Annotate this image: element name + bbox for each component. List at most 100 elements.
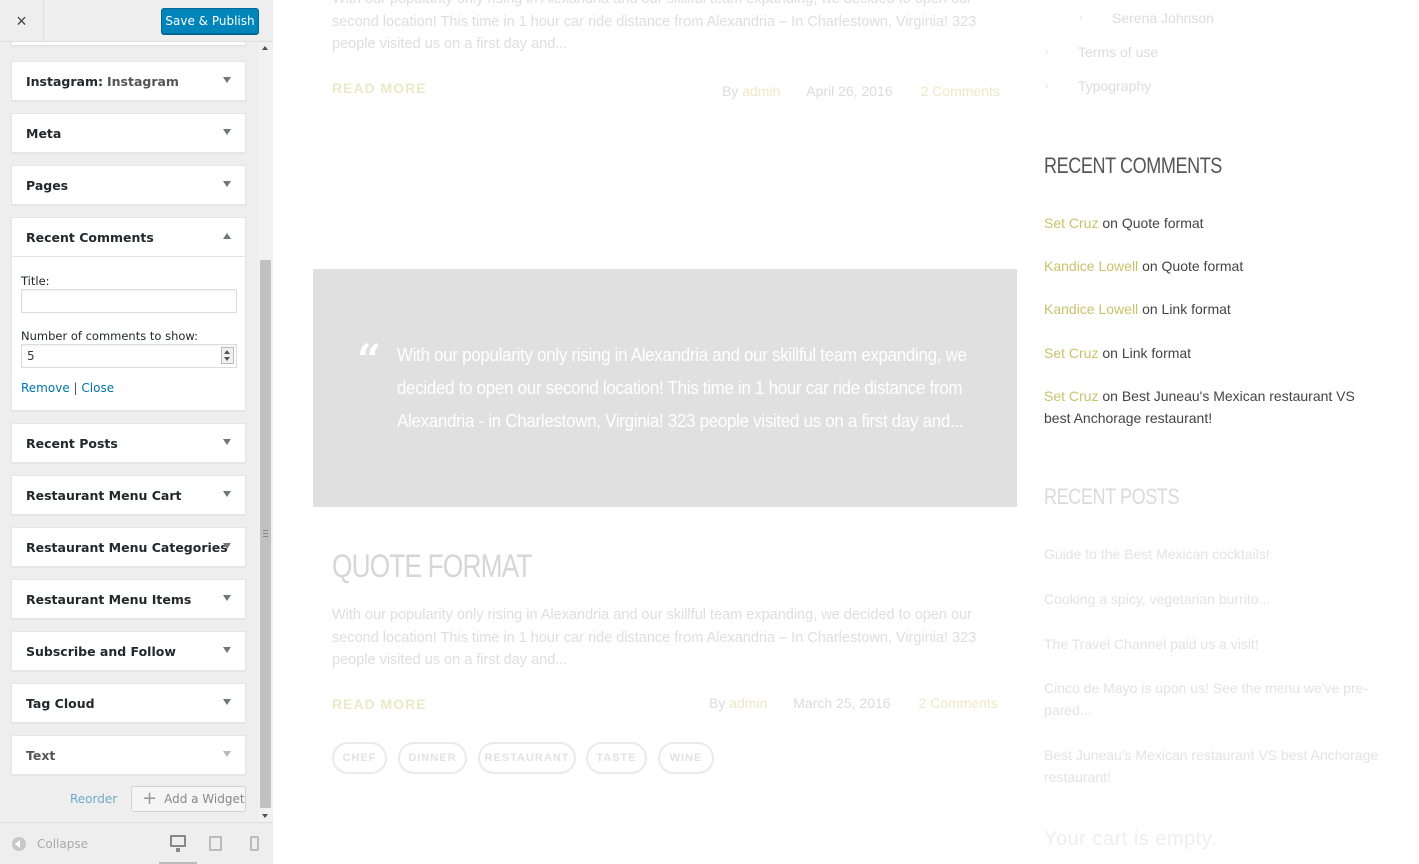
count-field-label: Number of comments to show: xyxy=(21,329,199,343)
widget-restaurant-menu-cart[interactable]: Restaurant Menu Cart xyxy=(11,475,246,515)
comment-item: Set Cruz on Link format xyxy=(1044,342,1384,364)
widget-title: Tag Cloud xyxy=(26,695,95,711)
scroll-thumb[interactable] xyxy=(260,260,271,808)
save-publish-button[interactable]: Save & Publish xyxy=(161,8,259,34)
reorder-link[interactable]: Reorder xyxy=(70,792,117,806)
recent-post-link[interactable]: The Travel Channel paid us a visit! xyxy=(1044,633,1384,655)
tag-dinner[interactable]: DINNER xyxy=(398,742,467,774)
tag-wine[interactable]: WINE xyxy=(658,742,714,774)
scroll-up-icon[interactable] xyxy=(262,46,268,50)
meta-comments[interactable]: 2 Comments xyxy=(918,695,997,711)
comment-author[interactable]: Set Cruz xyxy=(1044,215,1098,231)
title-field-label: Title: xyxy=(21,274,50,288)
meta-date: April 26, 2016 xyxy=(806,83,893,99)
post-meta: By admin April 26, 2016 2 Comments xyxy=(722,83,1000,99)
tag-restaurant[interactable]: RESTAURANT xyxy=(478,742,576,774)
widget-recent-comments[interactable]: Recent Comments Title: Number of comment… xyxy=(11,217,246,411)
collapse-arrow-icon xyxy=(12,837,26,851)
widget-partial-top xyxy=(11,42,246,46)
widget-instagram[interactable]: Instagram: Instagram xyxy=(11,61,246,101)
expand-arrow-icon[interactable] xyxy=(223,699,231,705)
expand-arrow-icon[interactable] xyxy=(223,543,231,549)
widget-header[interactable]: Instagram: Instagram xyxy=(12,62,245,100)
widget-tag-cloud[interactable]: Tag Cloud xyxy=(11,683,246,723)
comment-author[interactable]: Set Cruz xyxy=(1044,388,1098,404)
widget-restaurant-menu-categories[interactable]: Restaurant Menu Categories xyxy=(11,527,246,567)
tag-chef[interactable]: CHEF xyxy=(332,742,387,774)
recent-post-link[interactable]: Cinco de Mayo is upon us! See the menu w… xyxy=(1044,677,1384,721)
remove-link[interactable]: Remove xyxy=(21,381,70,395)
widget-text[interactable]: Text xyxy=(11,735,246,775)
close-icon[interactable]: × xyxy=(0,0,44,42)
widget-header[interactable]: Recent Comments xyxy=(12,218,245,256)
collapse-button[interactable]: Collapse xyxy=(12,837,88,851)
widget-restaurant-menu-items[interactable]: Restaurant Menu Items xyxy=(11,579,246,619)
widget-actions: Remove | Close xyxy=(21,381,236,395)
title-input[interactable] xyxy=(21,289,237,313)
page-link[interactable]: Serena Johnson xyxy=(1112,10,1214,26)
expand-arrow-icon[interactable] xyxy=(223,491,231,497)
chevron-right-icon: › xyxy=(1045,46,1049,58)
expand-arrow-icon[interactable] xyxy=(223,595,231,601)
widget-recent-posts[interactable]: Recent Posts xyxy=(11,423,246,463)
desktop-preview-icon[interactable] xyxy=(170,835,186,852)
count-input[interactable] xyxy=(21,344,237,368)
comment-author[interactable]: Kandice Lowell xyxy=(1044,301,1138,317)
meta-comments[interactable]: 2 Comments xyxy=(921,83,1000,99)
comment-author[interactable]: Set Cruz xyxy=(1044,345,1098,361)
post-excerpt: With our popularity only rising in Alexa… xyxy=(332,0,977,52)
comment-on: on xyxy=(1102,388,1118,404)
widget-header[interactable]: Tag Cloud xyxy=(12,684,245,722)
read-more-link[interactable]: READ MORE xyxy=(332,696,427,712)
expand-arrow-icon[interactable] xyxy=(223,439,231,445)
page-link[interactable]: Terms of use xyxy=(1078,44,1158,60)
expand-arrow-icon[interactable] xyxy=(223,181,231,187)
recent-post-link[interactable]: Best Juneau's Mexican restaurant VS best… xyxy=(1044,744,1384,788)
add-widget-button[interactable]: + Add a Widget xyxy=(131,786,246,812)
widget-header[interactable]: Pages xyxy=(12,166,245,204)
widget-meta[interactable]: Meta xyxy=(11,113,246,153)
quote-text: With our popularity only rising in Alexa… xyxy=(397,345,967,431)
widget-header[interactable]: Meta xyxy=(12,114,245,152)
comment-item: Kandice Lowell on Link format xyxy=(1044,298,1384,320)
collapse-arrow-icon[interactable] xyxy=(223,233,231,239)
comment-post[interactable]: Link format xyxy=(1162,301,1231,317)
scroll-down-icon[interactable] xyxy=(262,814,268,818)
widget-header[interactable]: Text xyxy=(12,736,245,774)
widget-header[interactable]: Restaurant Menu Categories xyxy=(12,528,245,566)
comment-post[interactable]: Quote format xyxy=(1122,215,1204,231)
widget-pages[interactable]: Pages xyxy=(11,165,246,205)
recent-post-link[interactable]: Cooking a spicy, vegetarian burrito... xyxy=(1044,588,1384,610)
comment-author[interactable]: Kandice Lowell xyxy=(1044,258,1138,274)
expand-arrow-icon[interactable] xyxy=(223,647,231,653)
widget-header[interactable]: Subscribe and Follow xyxy=(12,632,245,670)
widget-list: Instagram: Instagram Meta Pages Recent C… xyxy=(0,42,258,822)
page-link[interactable]: Typography xyxy=(1078,78,1151,94)
widget-header[interactable]: Restaurant Menu Cart xyxy=(12,476,245,514)
chevron-right-icon: › xyxy=(1079,12,1083,24)
expand-arrow-icon[interactable] xyxy=(223,77,231,83)
mobile-preview-icon[interactable] xyxy=(250,836,259,851)
post-title[interactable]: QUOTE FORMAT xyxy=(332,548,532,585)
expand-arrow-icon[interactable] xyxy=(223,129,231,135)
spinner-icon[interactable] xyxy=(221,347,234,364)
tag-taste[interactable]: TASTE xyxy=(586,742,647,774)
expand-arrow-icon[interactable] xyxy=(223,751,231,757)
meta-author[interactable]: admin xyxy=(742,83,780,99)
count-stepper[interactable] xyxy=(21,344,237,368)
site-preview: With our popularity only rising in Alexa… xyxy=(274,0,1419,864)
close-link[interactable]: Close xyxy=(81,381,114,395)
widget-header[interactable]: Recent Posts xyxy=(12,424,245,462)
widget-header[interactable]: Restaurant Menu Items xyxy=(12,580,245,618)
plus-icon: + xyxy=(142,788,158,809)
meta-author[interactable]: admin xyxy=(729,695,767,711)
tablet-preview-icon[interactable] xyxy=(209,836,222,851)
read-more-link[interactable]: READ MORE xyxy=(332,80,427,96)
recent-post-link[interactable]: Guide to the Best Mexican cocktails! xyxy=(1044,543,1384,565)
comment-post[interactable]: Link format xyxy=(1122,345,1191,361)
chevron-right-icon: › xyxy=(1045,80,1049,92)
widget-title: Pages xyxy=(26,177,69,193)
sidebar-scrollbar[interactable] xyxy=(258,42,273,822)
widget-subscribe-follow[interactable]: Subscribe and Follow xyxy=(11,631,246,671)
comment-post[interactable]: Quote format xyxy=(1162,258,1244,274)
